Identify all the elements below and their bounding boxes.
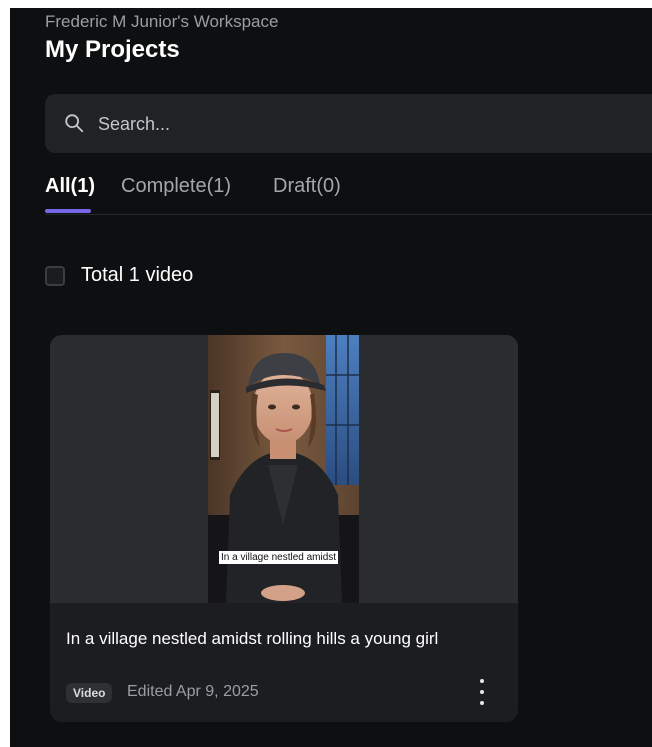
select-all-row: Total 1 video [45,264,193,287]
type-badge: Video [66,683,113,703]
search-bar[interactable] [45,94,652,153]
edited-date: Edited Apr 9, 2025 [127,683,259,700]
app-window: Frederic M Junior's Workspace My Project… [10,8,652,747]
search-icon [65,114,84,133]
select-all-checkbox[interactable] [45,265,65,286]
project-title[interactable]: In a village nestled amidst rolling hill… [66,629,438,649]
tab-bar: All(1) Complete(1) Draft(0) [45,172,652,215]
search-input[interactable] [96,107,600,141]
tab-all[interactable]: All(1) [45,175,95,206]
page-title: My Projects [45,36,180,63]
project-card[interactable]: In a village nestled amidst In a village… [50,335,518,722]
total-count-label: Total 1 video [81,264,194,286]
tab-complete[interactable]: Complete(1) [121,175,231,206]
workspace-name: Frederic M Junior's Workspace [45,12,279,31]
tab-draft[interactable]: Draft(0) [273,175,341,206]
active-tab-indicator [45,209,91,213]
thumbnail-area[interactable]: In a village nestled amidst [50,335,518,603]
subtitle-overlay: In a village nestled amidst [219,551,339,564]
more-vertical-icon[interactable] [472,679,492,705]
